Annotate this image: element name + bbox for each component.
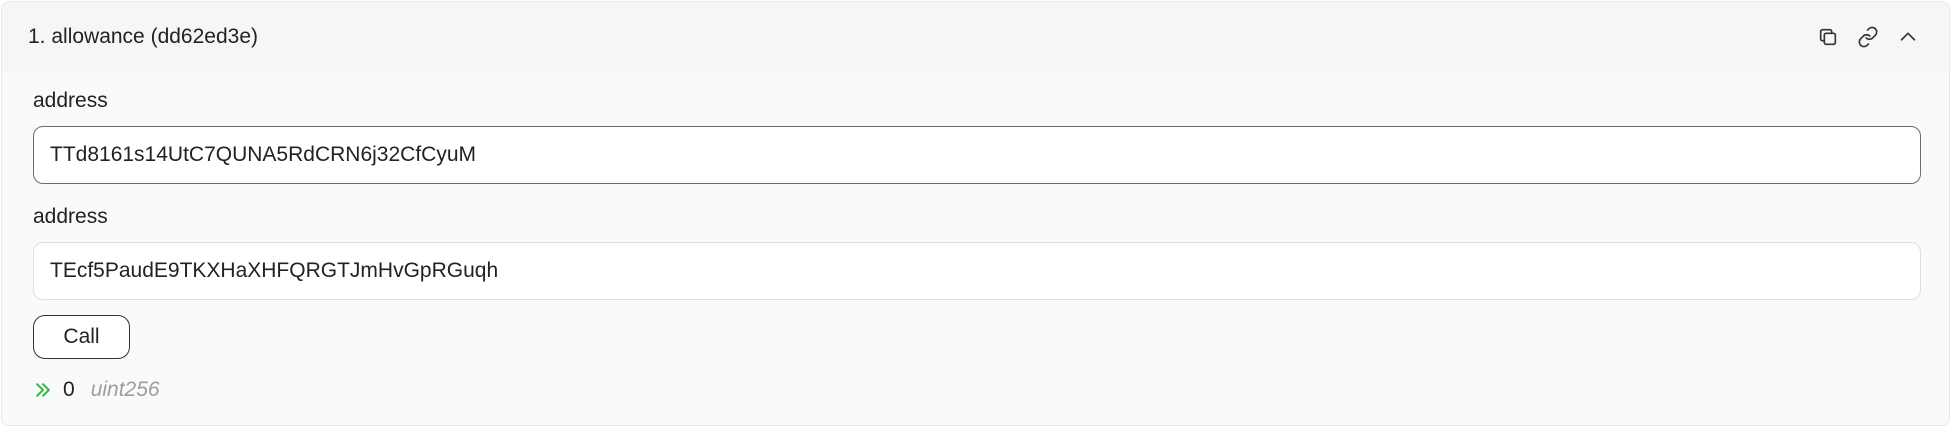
address-label-1: address <box>33 89 108 112</box>
result-type: uint256 <box>90 378 160 401</box>
result-value: 0 <box>63 378 75 401</box>
address-input-2[interactable] <box>33 242 1921 300</box>
function-panel: 1. allowance (dd62ed3e) address TTd8161s… <box>1 1 1950 426</box>
header-actions <box>1815 24 1921 50</box>
double-chevron-right-icon <box>33 379 55 401</box>
function-body: address address Call 0 uint256 <box>2 72 1949 403</box>
chevron-up-icon[interactable] <box>1895 24 1921 50</box>
result-row: 0 uint256 <box>33 377 1918 403</box>
function-header[interactable]: 1. allowance (dd62ed3e) <box>2 2 1949 72</box>
address-input-1[interactable] <box>33 126 1921 184</box>
address-label-2: address <box>33 205 108 228</box>
call-button[interactable]: Call <box>33 315 130 359</box>
function-title: 1. allowance (dd62ed3e) <box>28 25 258 48</box>
link-icon[interactable] <box>1855 24 1881 50</box>
copy-icon[interactable] <box>1815 24 1841 50</box>
